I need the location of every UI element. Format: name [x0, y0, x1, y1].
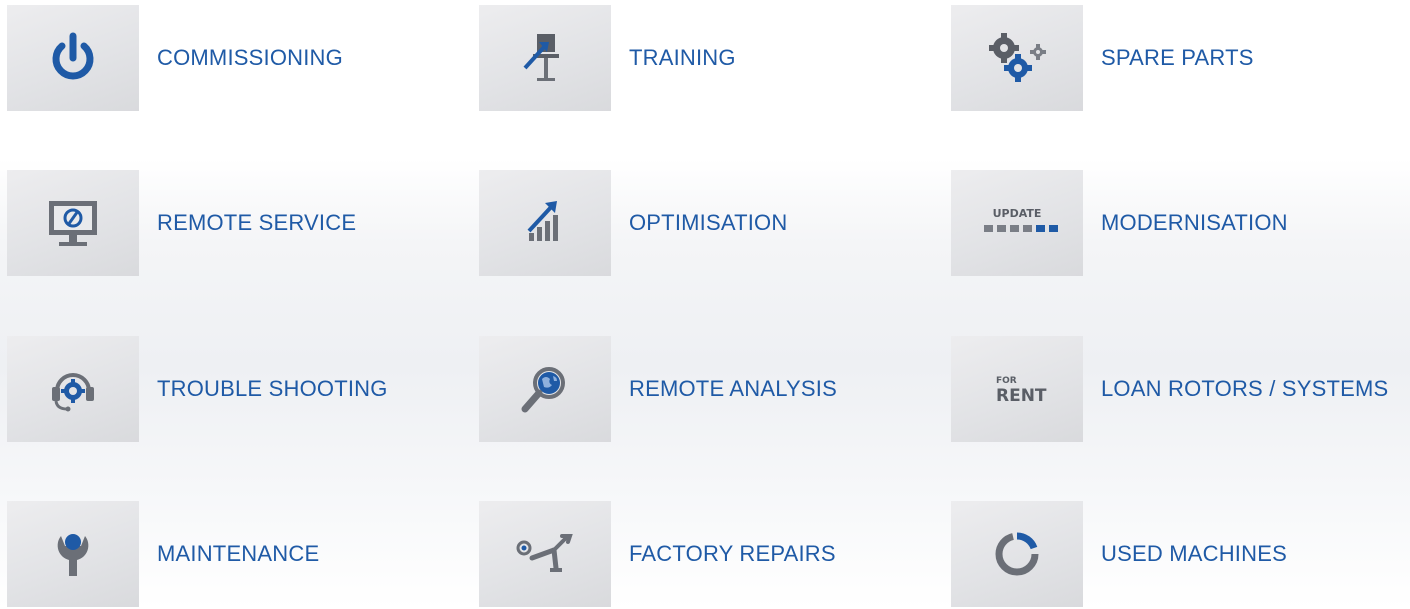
tile-label: REMOTE SERVICE — [157, 210, 357, 235]
tile-label: TRAINING — [629, 45, 736, 70]
update-text: UPDATE — [993, 207, 1042, 220]
update-icon: UPDATE — [984, 207, 1058, 232]
tile-factory-repairs[interactable]: FACTORY REPAIRS — [479, 501, 836, 607]
tile-label: FACTORY REPAIRS — [629, 541, 836, 566]
gears-icon — [989, 33, 1046, 82]
tile-label: REMOTE ANALYSIS — [629, 376, 837, 401]
tile-loan-rotors[interactable]: FOR RENT LOAN ROTORS / SYSTEMS — [951, 336, 1388, 442]
robot-arm-icon — [516, 534, 573, 572]
icon-box — [479, 5, 611, 111]
tile-label: COMMISSIONING — [157, 45, 343, 70]
monitor-icon — [49, 201, 97, 246]
tile-label: LOAN ROTORS / SYSTEMS — [1101, 376, 1389, 401]
for-rent-icon: FOR RENT — [996, 376, 1047, 406]
headset-icon — [52, 373, 94, 412]
tile-spare-parts[interactable]: SPARE PARTS — [951, 5, 1254, 111]
growth-chart-icon — [527, 201, 558, 241]
tile-commissioning[interactable]: COMMISSIONING — [7, 5, 343, 111]
wrench-icon — [57, 534, 89, 576]
tile-trouble-shooting[interactable]: TROUBLE SHOOTING — [7, 336, 388, 442]
icon-box — [7, 5, 139, 111]
icon-box — [479, 336, 611, 442]
tile-label: USED MACHINES — [1101, 541, 1287, 566]
tile-maintenance[interactable]: MAINTENANCE — [7, 501, 319, 607]
icon-box — [479, 170, 611, 276]
tile-label: MAINTENANCE — [157, 541, 320, 566]
recycle-ring-icon — [995, 532, 1039, 576]
icon-box: FOR RENT — [951, 336, 1083, 442]
for-text: FOR — [996, 376, 1017, 386]
icon-box — [479, 501, 611, 607]
tile-label: MODERNISATION — [1101, 210, 1288, 235]
icon-box: UPDATE — [951, 170, 1083, 276]
tile-remote-service[interactable]: REMOTE SERVICE — [7, 170, 356, 276]
tile-label: SPARE PARTS — [1101, 45, 1254, 70]
icon-box — [951, 501, 1083, 607]
icon-box — [7, 336, 139, 442]
presentation-icon — [523, 34, 559, 81]
tile-label: OPTIMISATION — [629, 210, 788, 235]
services-grid: COMMISSIONING TRAINING SPARE PARTS REMOT… — [0, 0, 1410, 609]
tile-used-machines[interactable]: USED MACHINES — [951, 501, 1287, 607]
tile-remote-analysis[interactable]: REMOTE ANALYSIS — [479, 336, 837, 442]
icon-box — [951, 5, 1083, 111]
tile-training[interactable]: TRAINING — [479, 5, 736, 111]
icon-box — [7, 501, 139, 607]
power-icon — [52, 32, 94, 80]
icon-box — [7, 170, 139, 276]
tile-modernisation[interactable]: UPDATE MODERNISATION — [951, 170, 1288, 276]
tile-label: TROUBLE SHOOTING — [157, 376, 388, 401]
magnifier-globe-icon — [521, 367, 565, 413]
rent-text: RENT — [996, 386, 1047, 406]
tile-optimisation[interactable]: OPTIMISATION — [479, 170, 787, 276]
